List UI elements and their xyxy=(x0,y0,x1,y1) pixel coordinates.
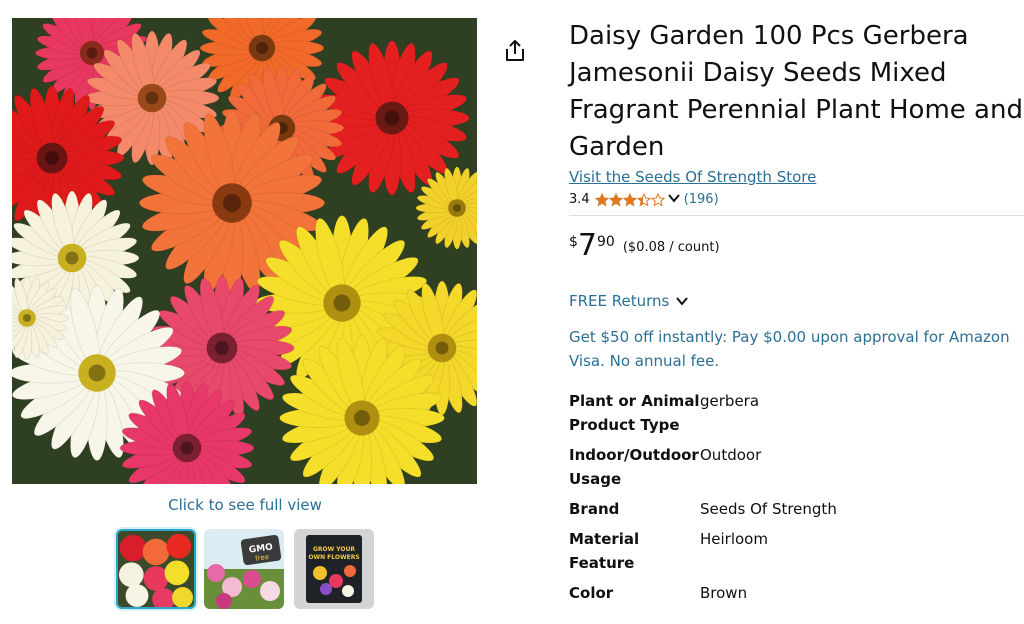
free-returns-label: FREE Returns xyxy=(569,292,670,310)
price: $ 7 90 ($0.08 / count) xyxy=(569,230,1024,262)
price-whole: 7 xyxy=(577,228,598,263)
share-icon[interactable] xyxy=(503,38,527,64)
price-per-unit: ($0.08 / count) xyxy=(622,240,720,255)
spec-value: Brown xyxy=(700,584,748,602)
spec-label: Material Feature xyxy=(569,530,640,572)
price-fraction: 90 xyxy=(597,234,615,250)
divider xyxy=(569,215,1024,216)
star-icon xyxy=(622,192,637,207)
spec-label: Color xyxy=(569,584,614,602)
store-link[interactable]: Visit the Seeds Of Strength Store xyxy=(569,168,1024,186)
rating-row[interactable]: 3.4 (196) xyxy=(569,192,1024,207)
chevron-down-icon[interactable] xyxy=(667,192,680,207)
full-view-link[interactable]: Click to see full view xyxy=(0,496,490,514)
promo-offer[interactable]: Get $50 off instantly: Pay $0.00 upon ap… xyxy=(569,325,1014,373)
chevron-down-icon[interactable] xyxy=(675,294,689,308)
free-returns-link[interactable]: FREE Returns xyxy=(569,292,1024,310)
star-icon xyxy=(650,192,665,207)
spec-label: Plant or Animal Product Type xyxy=(569,392,700,434)
spec-value: gerbera xyxy=(700,392,760,410)
star-icon xyxy=(594,192,609,207)
star-icon xyxy=(608,192,623,207)
star-rating[interactable] xyxy=(594,192,665,207)
thumbnail-gerbera-mix[interactable] xyxy=(116,529,196,609)
star-icon xyxy=(636,192,651,207)
spec-row: Plant or Animal Product Type gerbera xyxy=(569,389,1024,437)
svg-text:GROW YOUR: GROW YOUR xyxy=(313,546,355,553)
spec-table: Plant or Animal Product Type gerbera Ind… xyxy=(569,389,1024,605)
spec-value: Seeds Of Strength xyxy=(700,500,837,518)
spec-value: Heirloom xyxy=(700,530,768,548)
thumbnail-gmo-free-cosmos[interactable]: GMO free xyxy=(204,529,284,609)
spec-row: Material Feature Heirloom xyxy=(569,527,1024,575)
price-symbol: $ xyxy=(569,234,578,250)
spec-label: Brand xyxy=(569,500,620,518)
spec-row: Indoor/Outdoor Usage Outdoor xyxy=(569,443,1024,491)
spec-label: Indoor/Outdoor Usage xyxy=(569,446,699,488)
main-product-image[interactable] xyxy=(12,18,477,484)
product-details: Daisy Garden 100 Pcs Gerbera Jamesonii D… xyxy=(569,18,1024,611)
product-title: Daisy Garden 100 Pcs Gerbera Jamesonii D… xyxy=(569,21,1023,162)
review-count[interactable]: (196) xyxy=(684,192,719,207)
spec-value: Outdoor xyxy=(700,446,762,464)
thumbnail-seed-packet[interactable]: GROW YOUR OWN FLOWERS xyxy=(294,529,374,609)
rating-value: 3.4 xyxy=(569,192,590,207)
svg-text:OWN FLOWERS: OWN FLOWERS xyxy=(308,554,359,561)
spec-row: Color Brown xyxy=(569,581,1024,605)
image-gallery: Click to see full view GMO free GROW YOU… xyxy=(0,0,490,624)
spec-row: Brand Seeds Of Strength xyxy=(569,497,1024,521)
